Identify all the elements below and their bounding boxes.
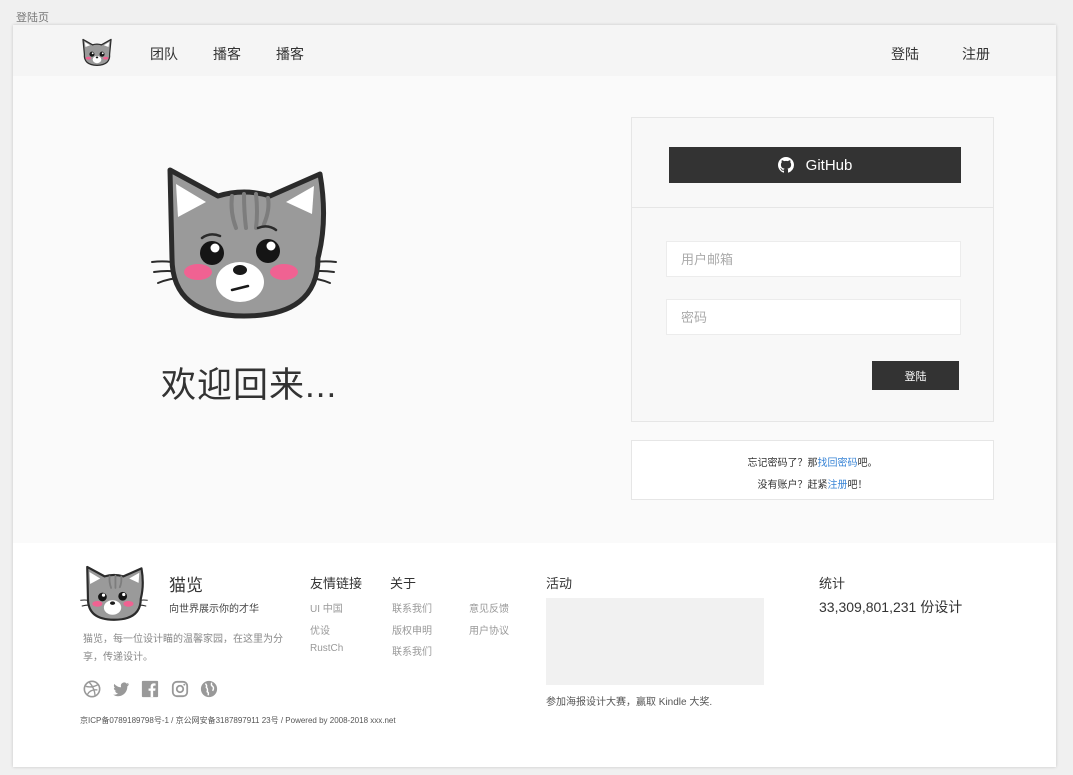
github-icon [777, 157, 794, 173]
footer-description: 猫览，每一位设计瞄的温馨家园，在这里为分享，传递设计。 [83, 634, 283, 663]
page-label: 登陆页 [16, 12, 49, 24]
welcome-title: 欢迎回来... [161, 366, 338, 405]
forgot-password-line: 忘记密码了？那找回密码吧。 [632, 454, 993, 469]
facebook-icon[interactable] [141, 680, 159, 698]
header-login-link[interactable]: 登陆 [891, 44, 919, 64]
copyright: 京ICP备0789189798号-1 / 京公网安备3187897911 23号… [80, 716, 396, 725]
nav-team[interactable]: 团队 [150, 44, 178, 64]
no-account-line: 没有账户？赶紧注册吧！ [632, 476, 993, 491]
instagram-icon[interactable] [171, 680, 189, 698]
activity-title: 活动 [546, 576, 573, 591]
nav-podcast-2[interactable]: 播客 [276, 44, 304, 64]
card-divider [632, 207, 993, 208]
about-feedback-link[interactable]: 意见反馈 [469, 600, 509, 615]
help-card: 忘记密码了？那找回密码吧。 没有账户？赶紧注册吧！ [631, 440, 994, 500]
footer: 猫览 向世界展示你的才华 猫览，每一位设计瞄的温馨家园，在这里为分享，传递设计。… [13, 543, 1056, 767]
twitter-icon[interactable] [112, 680, 130, 698]
cat-illustration [151, 167, 337, 319]
forgot-prefix: 忘记密码了？那 [747, 458, 818, 469]
friends-title: 友情链接 [310, 576, 363, 591]
login-card: GitHub 登陆 [631, 117, 994, 422]
friend-link-uisdc[interactable]: 优设 [310, 622, 330, 637]
stats-value: 33,309,801,231 份设计 [819, 599, 963, 615]
about-terms-link[interactable]: 用户协议 [469, 622, 509, 637]
github-label: GitHub [805, 156, 853, 174]
globe-icon[interactable] [200, 680, 218, 698]
header-register-link[interactable]: 注册 [962, 44, 990, 64]
dribbble-icon[interactable] [83, 680, 101, 698]
recover-password-link[interactable]: 找回密码 [818, 458, 858, 469]
noacc-suffix: 吧！ [847, 480, 868, 491]
nav-podcast-1[interactable]: 播客 [213, 44, 241, 64]
about-title: 关于 [390, 576, 417, 591]
header: 团队 播客 播客 登陆 注册 [13, 25, 1056, 76]
register-link[interactable]: 注册 [828, 480, 848, 491]
about-contact-link-2[interactable]: 联系我们 [392, 643, 432, 658]
about-copyright-link[interactable]: 版权申明 [392, 622, 432, 637]
login-submit-button[interactable]: 登陆 [872, 361, 959, 390]
logo-cat-icon[interactable] [79, 35, 115, 68]
activity-text: 参加海报设计大赛，赢取 Kindle 大奖. [546, 697, 713, 708]
noacc-prefix: 没有账户？赶紧 [757, 480, 828, 491]
activity-banner[interactable] [546, 598, 764, 685]
friend-link-ui-china[interactable]: UI 中国 [310, 600, 343, 615]
forgot-suffix: 吧。 [857, 458, 878, 469]
github-login-button[interactable]: GitHub [669, 147, 961, 183]
password-field[interactable] [666, 299, 961, 335]
footer-brand-name: 猫览 [169, 576, 203, 595]
footer-slogan: 向世界展示你的才华 [169, 604, 259, 615]
friend-link-rustch[interactable]: RustCh [310, 643, 343, 654]
stats-title: 统计 [819, 576, 846, 591]
email-field[interactable] [666, 241, 961, 277]
footer-logo-cat-icon [80, 565, 148, 621]
browser-frame: 团队 播客 播客 登陆 注册 欢迎回来... GitHub 用户邮箱 登陆 忘记… [13, 25, 1056, 767]
about-contact-link[interactable]: 联系我们 [392, 600, 432, 615]
